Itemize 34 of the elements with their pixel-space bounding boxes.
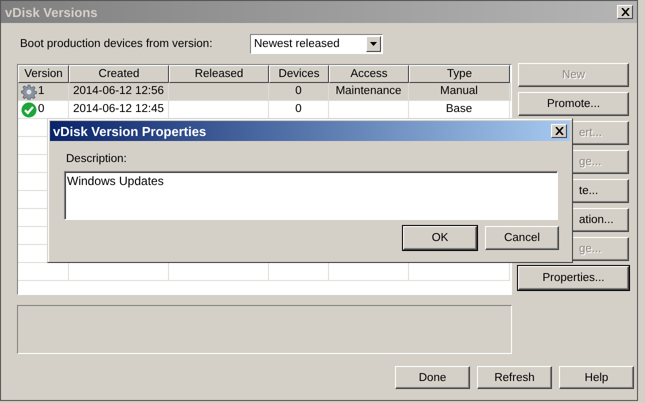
table-cell-text: 1 (38, 84, 44, 99)
column-header[interactable]: Released (169, 65, 269, 83)
table-cell-text: 0 (38, 102, 44, 117)
table-cell-text: 0 (295, 84, 302, 99)
close-icon (620, 8, 630, 16)
window-title: vDisk Versions (5, 4, 98, 20)
dialog-title: vDisk Version Properties (53, 124, 206, 138)
dialog-button[interactable]: Cancel (485, 226, 559, 250)
column-header[interactable]: Devices (269, 65, 329, 83)
column-header[interactable]: Type (409, 65, 510, 83)
description-field[interactable]: Windows Updates (64, 171, 558, 220)
table-cell-text: Manual (440, 84, 478, 99)
boot-version-dropdown[interactable]: Newest released (250, 34, 383, 54)
table-cell-text: 0 (295, 102, 302, 117)
table-cell-text: Maintenance (336, 84, 402, 99)
description-label: Description: (66, 153, 128, 165)
dialog-button[interactable]: Refresh (477, 366, 552, 389)
dialog-button[interactable]: OK (403, 226, 477, 250)
boot-version-label: Boot production devices from version: (20, 38, 214, 50)
side-button[interactable]: Properties... (518, 266, 629, 290)
caret-icon (370, 42, 377, 46)
table-cell-text: 2014-06-12 12:45 (73, 102, 164, 117)
dialog-button[interactable]: Done (395, 366, 470, 389)
dialog-button[interactable]: Help (559, 366, 634, 389)
column-header[interactable]: Created (69, 65, 169, 83)
table-cell-text: 2014-06-12 12:56 (73, 84, 164, 99)
side-button[interactable]: Promote... (518, 92, 629, 116)
close-icon (554, 127, 564, 135)
column-header[interactable]: Version (18, 65, 69, 83)
close-button[interactable] (551, 124, 567, 138)
table-cell-text: Base (446, 102, 472, 117)
close-button[interactable] (617, 5, 633, 19)
column-header[interactable]: Access (329, 65, 409, 83)
table-row[interactable]: 1 2014-06-12 12:56 0 Maintenance Manual (18, 83, 511, 101)
